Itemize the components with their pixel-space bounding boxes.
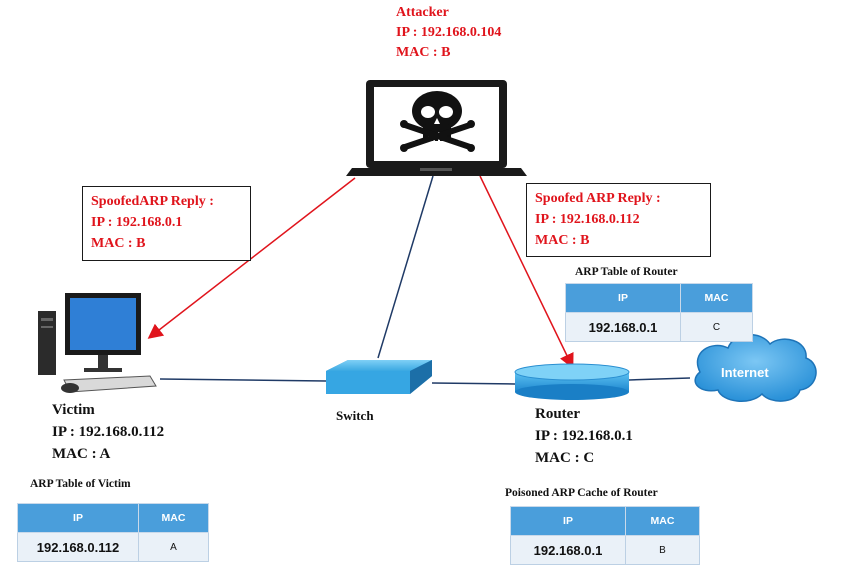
internet-label: Internet bbox=[721, 365, 769, 380]
wire-victim-switch bbox=[159, 378, 327, 382]
arp-poisoned-caption: Poisoned ARP Cache of Router bbox=[505, 487, 658, 499]
attacker-title: Attacker bbox=[396, 5, 449, 20]
spoofed-reply-to-router: Spoofed ARP Reply : IP : 192.168.0.112 M… bbox=[526, 183, 711, 257]
victim-ip: IP : 192.168.0.112 bbox=[52, 424, 165, 440]
attacker-mac: MAC : B bbox=[396, 45, 451, 60]
wire-attacker-switch bbox=[377, 175, 434, 359]
arp-poisoned-col-mac: MAC bbox=[625, 506, 700, 536]
spoof-right-mac: MAC : B bbox=[535, 233, 590, 248]
router-icon bbox=[514, 363, 630, 400]
table-row: 192.168.0.1 C bbox=[565, 312, 753, 342]
arp-victim-col-ip: IP bbox=[17, 503, 139, 533]
victim-computer-icon bbox=[38, 293, 157, 393]
switch-icon bbox=[326, 360, 432, 394]
spoof-right-ip: IP : 192.168.0.112 bbox=[535, 212, 640, 227]
wire-router-internet bbox=[628, 377, 691, 381]
arp-router-caption: ARP Table of Router bbox=[575, 266, 678, 278]
victim-mac: MAC : A bbox=[52, 446, 111, 462]
spoof-left-ip: IP : 192.168.0.1 bbox=[91, 215, 183, 230]
attacker-ip: IP : 192.168.0.104 bbox=[396, 25, 502, 40]
arp-victim-ip: 192.168.0.112 bbox=[17, 532, 139, 562]
arp-router-col-ip: IP bbox=[565, 283, 681, 313]
spoofed-reply-to-victim: SpoofedARP Reply : IP : 192.168.0.1 MAC … bbox=[82, 186, 251, 261]
arp-poisoned-ip: 192.168.0.1 bbox=[510, 535, 626, 565]
arp-victim-mac: A bbox=[138, 532, 209, 562]
router-info: Router IP : 192.168.0.1 MAC : C bbox=[535, 403, 633, 469]
router-name: Router bbox=[535, 406, 580, 422]
spoof-left-mac: MAC : B bbox=[91, 236, 146, 251]
table-row: 192.168.0.112 A bbox=[17, 532, 209, 562]
router-ip: IP : 192.168.0.1 bbox=[535, 428, 633, 444]
attacker-laptop-icon bbox=[346, 80, 527, 176]
arp-table-poisoned: IP MAC 192.168.0.1 B bbox=[510, 506, 700, 565]
arp-poisoned-mac: B bbox=[625, 535, 700, 565]
arp-poisoned-col-ip: IP bbox=[510, 506, 626, 536]
arp-table-router: IP MAC 192.168.0.1 C bbox=[565, 283, 753, 342]
attacker-info: Attacker IP : 192.168.0.104 MAC : B bbox=[396, 3, 501, 63]
arp-router-ip: 192.168.0.1 bbox=[565, 312, 681, 342]
victim-name: Victim bbox=[52, 402, 95, 418]
arp-router-mac: C bbox=[680, 312, 753, 342]
table-row: 192.168.0.1 B bbox=[510, 535, 700, 565]
spoof-left-title: SpoofedARP Reply : bbox=[91, 194, 214, 209]
wire-switch-router bbox=[431, 382, 516, 385]
arp-victim-col-mac: MAC bbox=[138, 503, 209, 533]
arp-router-col-mac: MAC bbox=[680, 283, 753, 313]
victim-info: Victim IP : 192.168.0.112 MAC : A bbox=[52, 399, 164, 465]
switch-label: Switch bbox=[336, 408, 374, 423]
arp-table-victim: IP MAC 192.168.0.112 A bbox=[17, 503, 209, 562]
arp-victim-caption: ARP Table of Victim bbox=[30, 478, 131, 490]
spoof-right-title: Spoofed ARP Reply : bbox=[535, 191, 661, 206]
router-mac: MAC : C bbox=[535, 450, 595, 466]
